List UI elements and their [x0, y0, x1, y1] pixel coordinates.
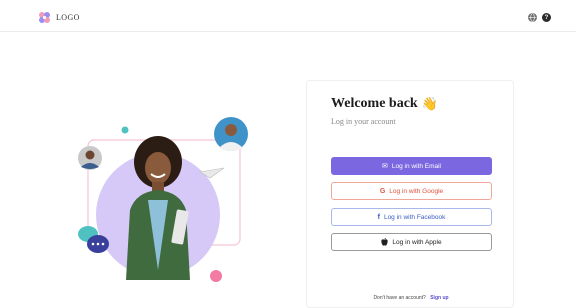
help-icon[interactable]: ? [542, 13, 551, 22]
avatar-man-left [78, 146, 102, 170]
woman-figure [126, 136, 190, 280]
globe-icon[interactable] [528, 13, 537, 22]
title-text: Welcome back [331, 96, 418, 111]
facebook-icon: f [377, 213, 380, 221]
login-google-label: Log in with Google [389, 187, 444, 195]
login-apple-button[interactable]: Log in with Apple [331, 233, 492, 251]
subtitle: Log in your account [331, 117, 396, 126]
top-bar: LOGO ? [0, 0, 576, 32]
signup-prompt: Don't have an account? [373, 295, 426, 301]
waving-hand-icon: 👋 [421, 96, 438, 111]
mail-icon: ✉ [381, 163, 388, 170]
page-title: Welcome back 👋 [331, 96, 438, 112]
login-facebook-label: Log in with Facebook [383, 213, 446, 221]
apple-icon [381, 238, 389, 246]
login-facebook-button[interactable]: f Log in with Facebook [331, 208, 492, 226]
avatar-man-top [214, 117, 248, 151]
help-glyph: ? [544, 14, 549, 21]
teal-dot [121, 126, 129, 134]
login-email-label: Log in with Email [391, 162, 441, 170]
hero-illustration [78, 117, 248, 282]
login-apple-label: Log in with Apple [392, 238, 442, 246]
signup-row: Don't have an account? Sign up [307, 295, 515, 301]
pink-dot [210, 270, 222, 282]
login-google-button[interactable]: G Log in with Google [331, 182, 492, 200]
signup-link[interactable]: Sign up [430, 295, 448, 301]
google-icon: G [379, 187, 386, 195]
login-email-button[interactable]: ✉ Log in with Email [331, 157, 492, 175]
logo[interactable]: LOGO [38, 11, 80, 24]
logo-text: LOGO [56, 13, 80, 22]
logo-mark-icon [39, 12, 50, 23]
login-card: Welcome back 👋 Log in your account ✉ Log… [306, 80, 514, 308]
